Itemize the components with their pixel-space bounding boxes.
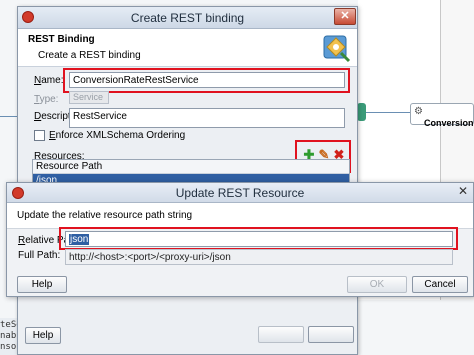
type-label: Type: [34, 94, 59, 105]
selected-text: json [69, 234, 90, 245]
close-button[interactable]: ✕ [453, 183, 473, 200]
description-input[interactable]: RestService [69, 108, 345, 128]
update-rest-resource-dialog: Update REST Resource ✕ Update the relati… [6, 182, 474, 297]
wire-left [0, 116, 17, 117]
dialog-header: REST Binding Create a REST binding [18, 29, 357, 67]
dialog-description-area: Update the relative resource path string [7, 203, 473, 229]
header-subtitle: Create a REST binding [38, 50, 141, 61]
name-input[interactable]: ConversionRateRestService [69, 72, 345, 88]
full-path-label: Full Path: [18, 250, 61, 261]
create-rest-binding-dialog: Create REST binding ✕ REST Binding Creat… [17, 6, 358, 355]
enforce-schema-checkbox[interactable] [34, 130, 45, 141]
type-select: Service [69, 91, 109, 104]
gear-icon: ⚙ [414, 106, 423, 117]
help-button[interactable]: Help [25, 327, 61, 344]
name-label: Name: [34, 75, 64, 86]
relative-path-input[interactable]: json [65, 231, 453, 247]
dialog-title: Create REST binding [130, 11, 245, 25]
service-label: ConversionRate [424, 118, 474, 128]
cancel-button[interactable]: Cancel [412, 276, 468, 293]
full-path-field: http://<host>:<port>/<proxy-uri>/json [65, 249, 453, 265]
service-connector[interactable] [357, 103, 366, 121]
close-button[interactable]: ✕ [334, 8, 356, 25]
dialog-titlebar: Update REST Resource ✕ [7, 183, 473, 203]
table-header-resource-path: Resource Path [33, 160, 349, 174]
dialog-description: Update the relative resource path string [17, 210, 193, 221]
header-title: REST Binding [28, 34, 95, 45]
dialog-title: Update REST Resource [175, 186, 305, 200]
ok-button[interactable]: OK [347, 276, 407, 293]
ok-button-main[interactable] [258, 326, 304, 343]
enforce-schema-label: Enforce XMLSchema Ordering [49, 130, 186, 141]
cancel-button-main[interactable] [308, 326, 354, 343]
rest-wizard-icon [323, 35, 351, 63]
dialog-titlebar: Create REST binding ✕ [18, 7, 357, 29]
help-button[interactable]: Help [17, 276, 67, 293]
